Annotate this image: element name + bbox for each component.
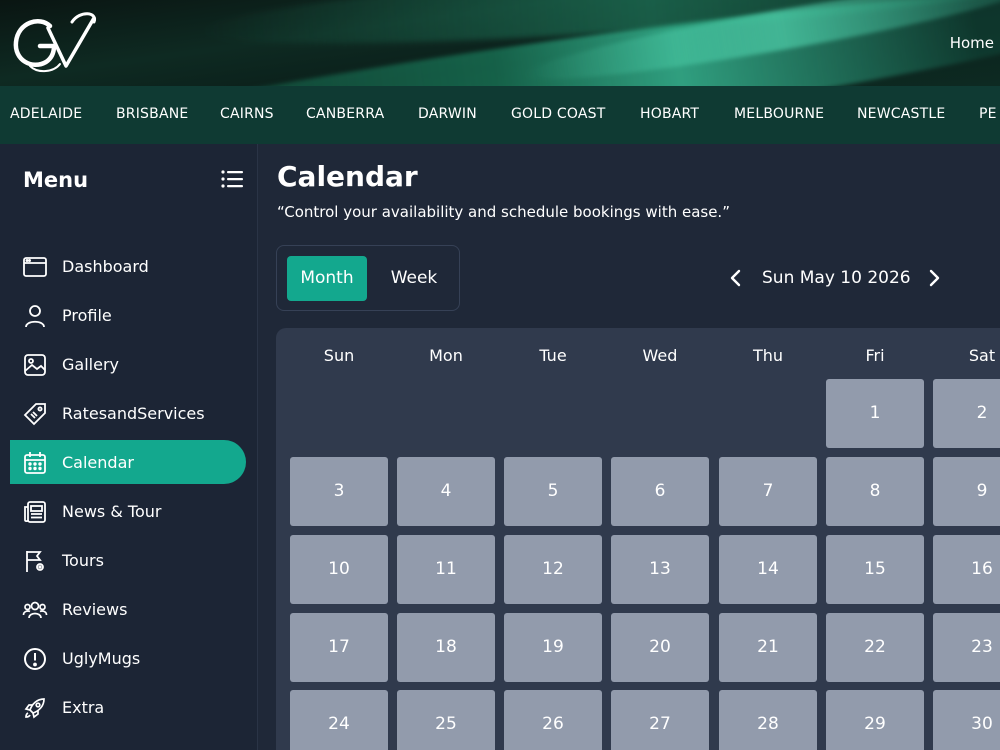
view-toggle: Month Week [276, 245, 460, 311]
month-view-button[interactable]: Month [287, 256, 367, 301]
sidebar-item-label: Profile [62, 306, 112, 325]
calendar-day-cell[interactable]: 8 [826, 457, 924, 526]
sidebar-item-dashboard[interactable]: Dashboard [10, 244, 246, 288]
city-link[interactable]: CAIRNS [220, 106, 274, 122]
calendar-day-cell[interactable]: 28 [719, 690, 817, 750]
newspaper-icon [22, 499, 48, 525]
user-icon [22, 303, 48, 329]
chevron-left-icon[interactable] [724, 266, 748, 290]
calendar-day-cell[interactable]: 7 [719, 457, 817, 526]
sidebar-item-reviews[interactable]: Reviews [10, 587, 246, 631]
calendar-day-cell[interactable]: 20 [611, 613, 709, 682]
weekday-header: Sat [968, 346, 996, 365]
sidebar-title: Menu [23, 168, 89, 192]
dashboard-icon [22, 254, 48, 280]
rocket-icon [22, 695, 48, 721]
sidebar-item-label: Reviews [62, 600, 128, 619]
sidebar-item-rates-and-services[interactable]: RatesandServices [10, 391, 246, 435]
calendar-day-cell[interactable]: 10 [290, 535, 388, 604]
site-logo[interactable] [10, 8, 100, 76]
sidebar-item-uglymugs[interactable]: UglyMugs [10, 636, 246, 680]
weekday-header: Fri [865, 346, 885, 365]
calendar-day-cell[interactable]: 18 [397, 613, 495, 682]
calendar-day-cell[interactable]: 12 [504, 535, 602, 604]
month-calendar-grid: Sun Mon Tue Wed Thu Fri Sat 1 2 3 4 5 6 7 8 9 10 11 12 13 14… [276, 328, 1000, 750]
sidebar-item-label: Dashboard [62, 257, 149, 276]
calendar-day-cell[interactable]: 17 [290, 613, 388, 682]
nav-home-link[interactable]: Home [950, 34, 994, 52]
calendar-day-cell[interactable]: 11 [397, 535, 495, 604]
calendar-day-cell[interactable]: 27 [611, 690, 709, 750]
flag-pin-icon [22, 548, 48, 574]
weekday-header: Thu [752, 346, 784, 365]
sidebar-item-label: UglyMugs [62, 649, 141, 668]
calendar-day-cell[interactable]: 29 [826, 690, 924, 750]
weekday-header: Sun [323, 346, 355, 365]
calendar-day-cell[interactable]: 24 [290, 690, 388, 750]
calendar-day-cell[interactable]: 4 [397, 457, 495, 526]
page-subtitle: “Control your availability and schedule … [277, 203, 730, 221]
sidebar: Menu Dashboard Profile Gallery RatesandS… [0, 144, 258, 750]
weekday-header: Tue [539, 346, 567, 365]
sidebar-item-label: Tours [62, 551, 104, 570]
calendar-day-cell[interactable]: 1 [826, 379, 924, 448]
calendar-day-cell[interactable]: 23 [933, 613, 1000, 682]
calendar-day-cell[interactable]: 3 [290, 457, 388, 526]
calendar-day-cell[interactable]: 13 [611, 535, 709, 604]
site-header: Home [0, 0, 1000, 86]
current-date-label: Sun May 10 2026 [762, 268, 911, 288]
sidebar-item-label: News & Tour [62, 502, 162, 521]
sidebar-item-label: Extra [62, 698, 105, 717]
image-icon [22, 352, 48, 378]
city-link[interactable]: GOLD COAST [511, 106, 605, 122]
week-view-button[interactable]: Week [377, 256, 451, 301]
sidebar-item-tours[interactable]: Tours [10, 538, 246, 582]
city-link[interactable]: BRISBANE [116, 106, 188, 122]
calendar-day-cell[interactable]: 5 [504, 457, 602, 526]
tag-icon [22, 401, 48, 427]
list-icon[interactable] [220, 168, 244, 190]
sidebar-item-gallery[interactable]: Gallery [10, 342, 246, 386]
calendar-day-cell[interactable]: 14 [719, 535, 817, 604]
sidebar-item-label: Calendar [62, 453, 134, 472]
calendar-day-cell[interactable]: 9 [933, 457, 1000, 526]
sidebar-item-label: RatesandServices [62, 404, 205, 423]
calendar-day-cell[interactable]: 19 [504, 613, 602, 682]
chevron-right-icon[interactable] [922, 266, 946, 290]
users-icon [22, 597, 48, 623]
calendar-day-cell[interactable]: 26 [504, 690, 602, 750]
alert-circle-icon [22, 646, 48, 672]
city-link[interactable]: DARWIN [418, 106, 477, 122]
sidebar-item-extra[interactable]: Extra [10, 685, 246, 729]
city-nav-bar: ADELAIDE BRISBANE CAIRNS CANBERRA DARWIN… [0, 86, 1000, 144]
city-link[interactable]: HOBART [640, 106, 699, 122]
city-link[interactable]: CANBERRA [306, 106, 384, 122]
calendar-day-cell[interactable]: 16 [933, 535, 1000, 604]
calendar-day-cell[interactable]: 2 [933, 379, 1000, 448]
calendar-day-cell[interactable]: 22 [826, 613, 924, 682]
city-link[interactable]: NEWCASTLE [857, 106, 945, 122]
calendar-icon [22, 450, 48, 476]
city-link[interactable]: ADELAIDE [10, 106, 82, 122]
weekday-header: Wed [642, 346, 678, 365]
calendar-day-cell[interactable]: 21 [719, 613, 817, 682]
sidebar-item-calendar[interactable]: Calendar [10, 440, 246, 484]
calendar-day-cell[interactable]: 30 [933, 690, 1000, 750]
page-title: Calendar [277, 160, 418, 193]
sidebar-item-news-and-tour[interactable]: News & Tour [10, 489, 246, 533]
calendar-day-cell[interactable]: 6 [611, 457, 709, 526]
sidebar-item-profile[interactable]: Profile [10, 293, 246, 337]
app-root: Home ADELAIDE BRISBANE CAIRNS CANBERRA D… [0, 0, 1000, 750]
sidebar-item-label: Gallery [62, 355, 119, 374]
city-link[interactable]: MELBOURNE [734, 106, 824, 122]
calendar-day-cell[interactable]: 15 [826, 535, 924, 604]
calendar-day-cell[interactable]: 25 [397, 690, 495, 750]
city-link[interactable]: PE [979, 106, 997, 122]
weekday-header: Mon [429, 346, 463, 365]
